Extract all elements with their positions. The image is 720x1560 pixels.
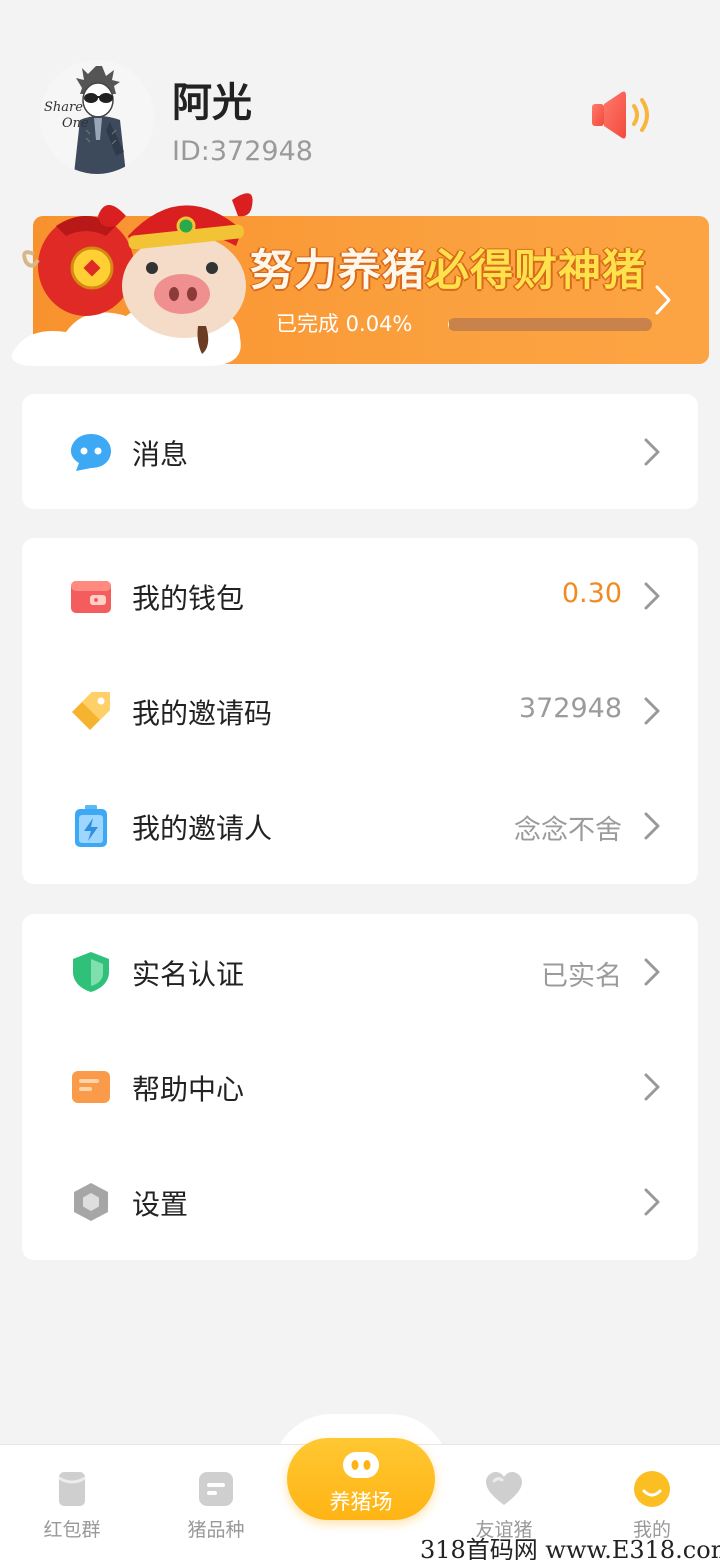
wallet-icon: [71, 581, 111, 613]
menu-row-settings[interactable]: 设置: [22, 1144, 698, 1259]
chevron-right-icon: [644, 958, 660, 986]
inviter-name: 念念不舍: [514, 815, 622, 846]
tag-icon: [72, 692, 110, 730]
banner-title-part2: 必得财神猪: [426, 246, 646, 296]
menu-row-help-center[interactable]: 帮助中心: [22, 1029, 698, 1144]
avatar[interactable]: Share One: [40, 60, 154, 174]
chevron-right-icon: [644, 812, 660, 840]
menu-row-label: 设置: [132, 1188, 189, 1221]
user-id: ID:372948: [172, 136, 313, 167]
menu-row-messages[interactable]: 消息: [22, 394, 698, 509]
chevron-right-icon: [644, 1073, 660, 1101]
chevron-right-icon: [644, 1188, 660, 1216]
menu-row-label: 实名认证: [132, 958, 245, 991]
tab-pig-breeds[interactable]: 猪品种: [144, 1445, 288, 1560]
speaker-icon[interactable]: [588, 88, 654, 142]
user-name: 阿光: [172, 80, 252, 126]
menu-row-verification[interactable]: 实名认证 已实名: [22, 914, 698, 1029]
hexagon-settings-icon: [74, 1183, 108, 1221]
menu-row-label: 我的邀请人: [132, 812, 273, 845]
battery-bolt-icon: [75, 805, 107, 847]
chevron-right-icon: [644, 438, 660, 466]
account-card: 我的钱包 0.30 我的邀请码 372948 我的邀请人 念念不舍: [22, 538, 698, 884]
chevron-right-icon: [644, 697, 660, 725]
menu-row-inviter[interactable]: 我的邀请人 念念不舍: [22, 768, 698, 883]
shield-icon: [73, 952, 109, 992]
heart-icon: [486, 1472, 522, 1505]
menu-row-wallet[interactable]: 我的钱包 0.30: [22, 538, 698, 653]
banner-title-part1: 努力养猪: [250, 246, 426, 296]
menu-row-invite-code[interactable]: 我的邀请码 372948: [22, 653, 698, 768]
chat-bubble-icon: [71, 434, 111, 471]
smiley-icon: [634, 1471, 670, 1507]
tab-pig-farm[interactable]: 养猪场: [287, 1438, 435, 1520]
messages-card: 消息: [22, 394, 698, 509]
verification-status: 已实名: [541, 961, 622, 992]
tab-label: 猪品种: [187, 1519, 245, 1541]
document-icon: [72, 1071, 110, 1103]
red-packet-icon: [58, 1472, 86, 1506]
fortune-pig-illustration: [11, 193, 253, 366]
banner-progress-bar: [448, 318, 652, 331]
avatar-illustration: [40, 60, 154, 174]
menu-row-label: 帮助中心: [132, 1073, 245, 1106]
tab-red-packet-group[interactable]: 红包群: [0, 1445, 144, 1560]
wallet-balance: 0.30: [561, 578, 622, 609]
avatar-text-one: One: [62, 116, 89, 131]
tab-label: 养猪场: [329, 1490, 393, 1514]
banner-chevron-right-icon[interactable]: [654, 284, 672, 316]
breed-card-icon: [199, 1472, 233, 1506]
menu-row-label: 我的邀请码: [132, 697, 273, 730]
site-watermark: 318首码网 www.E318.com: [420, 1536, 720, 1560]
invite-code-value: 372948: [518, 693, 622, 724]
banner-progress-text: 已完成 0.04%: [276, 312, 413, 336]
settings-card: 实名认证 已实名 帮助中心 设置: [22, 914, 698, 1260]
avatar-text-share: Share: [44, 100, 83, 115]
pig-snout-icon: [343, 1452, 379, 1478]
chevron-right-icon: [644, 582, 660, 610]
menu-row-label: 我的钱包: [132, 582, 245, 615]
banner-title: 努力养猪必得财神猪: [250, 236, 646, 298]
menu-row-label: 消息: [132, 438, 189, 471]
tab-label: 红包群: [43, 1519, 101, 1541]
